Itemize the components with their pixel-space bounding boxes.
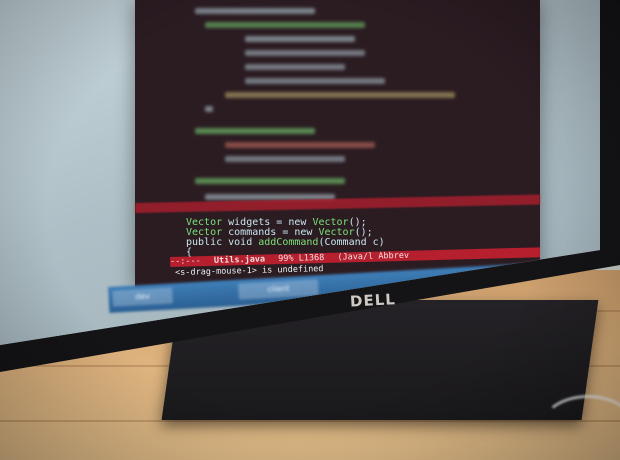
code-blur-line	[195, 128, 315, 134]
code-token: public void	[186, 237, 259, 248]
status-mode: (Java/l Abbrev	[337, 250, 410, 263]
photo-scene: Vector widgets = new Vector(); Vector co…	[0, 0, 620, 460]
code-blur-line	[205, 106, 213, 112]
code-blur-line	[245, 78, 385, 84]
code-blur-line	[195, 178, 345, 184]
taskbar-item-client: client	[238, 279, 319, 300]
status-filename: Utils.java	[213, 254, 266, 266]
cable	[540, 395, 620, 460]
code-blur-line	[205, 22, 365, 28]
code-blur-line	[225, 142, 375, 148]
code-line: public void addCommand(Command c)	[186, 238, 526, 248]
code-token: (Command c)	[318, 237, 385, 248]
code-blur-line	[195, 8, 315, 14]
code-token: addCommand	[258, 237, 319, 248]
monitor-brand-logo: DELL	[349, 290, 397, 311]
status-marker: --:---	[170, 256, 201, 267]
code-blur-line	[245, 36, 355, 42]
taskbar-item-dev: dev	[112, 287, 174, 307]
code-blur-line	[225, 92, 455, 98]
status-position: 99% L1368	[278, 252, 325, 265]
blurred-code-region	[185, 0, 535, 210]
code-blur-line	[245, 64, 345, 70]
desk-seam	[0, 420, 620, 422]
code-blur-line	[245, 50, 365, 56]
code-blur-line	[225, 156, 345, 162]
